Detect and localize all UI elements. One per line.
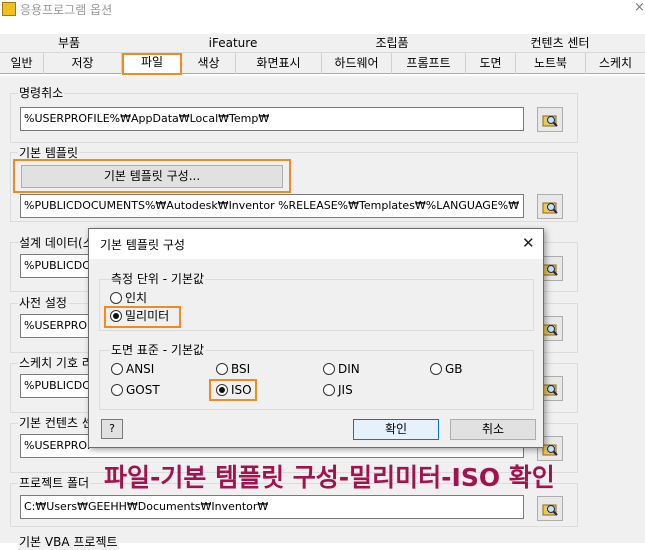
radio-inch-label: 인치 (125, 291, 148, 305)
undo-browse-button[interactable] (537, 107, 563, 132)
undo-path-field[interactable]: %USERPROFILE%₩AppData₩Local₩Temp₩ (20, 107, 524, 131)
folder-search-icon (542, 115, 558, 127)
design-data-group-label: 설계 데이터(스 (18, 234, 95, 251)
tab-drawing[interactable]: 도면 (466, 53, 516, 74)
drawing-standard-fieldset (99, 350, 534, 410)
help-button[interactable]: ? (101, 419, 123, 439)
radio-ansi-label: ANSI (126, 362, 155, 376)
drawing-standard-label: 도면 표준 - 기본값 (110, 341, 206, 358)
radio-bsi[interactable]: BSI (216, 362, 250, 378)
cancel-button[interactable]: 취소 (450, 419, 536, 440)
tab-display[interactable]: 화면표시 (236, 53, 322, 74)
radio-jis-label: JIS (338, 383, 353, 397)
dialog-title: 기본 템플릿 구성 (100, 238, 185, 252)
folder-search-icon (542, 384, 558, 396)
radio-inch-dot (110, 292, 122, 304)
folder-search-icon (542, 504, 558, 516)
content-center-group-label: 기본 컨텐츠 센 (18, 414, 94, 431)
configure-template-button[interactable]: 기본 템플릿 구성... (21, 165, 283, 188)
project-folder-path-field[interactable]: C:₩Users₩GEEHH₩Documents₩Inventor₩ (20, 495, 524, 519)
folder-search-icon (542, 202, 558, 214)
sketch-symbol-group-label: 스케치 기호 라 (18, 354, 94, 371)
tab-general[interactable]: 일반 (0, 53, 44, 74)
radio-gost[interactable]: GOST (111, 383, 160, 399)
template-button-highlight: 기본 템플릿 구성... (13, 159, 291, 193)
radio-gb-label: GB (445, 362, 463, 376)
annotation-caption: 파일-기본 템플릿 구성-밀리미터-ISO 확인 (104, 463, 555, 492)
radio-din[interactable]: DIN (323, 362, 360, 378)
folder-search-icon (542, 264, 558, 276)
folder-search-icon (542, 324, 558, 336)
radio-iso-dot (216, 384, 228, 396)
radio-inch[interactable]: 인치 (110, 291, 147, 307)
radio-millimeter-label: 밀리미터 (125, 309, 170, 323)
radio-ansi-dot (111, 363, 123, 375)
tab-content-center[interactable]: 컨텐츠 센터 (470, 34, 645, 53)
radio-millimeter[interactable]: 밀리미터 (110, 309, 169, 325)
ok-button[interactable]: 확인 (353, 419, 439, 440)
radio-gb[interactable]: GB (430, 362, 463, 378)
radio-din-dot (323, 363, 335, 375)
units-label: 측정 단위 - 기본값 (110, 270, 206, 287)
template-path-field[interactable]: %PUBLICDOCUMENTS%₩Autodesk₩Inventor %REL… (20, 194, 524, 218)
tab-colors[interactable]: 색상 (182, 53, 236, 74)
radio-millimeter-dot (110, 310, 122, 322)
radio-jis[interactable]: JIS (323, 383, 353, 399)
radio-bsi-dot (216, 363, 228, 375)
radio-iso[interactable]: ISO (216, 383, 252, 399)
tab-notebook[interactable]: 노트북 (516, 53, 586, 74)
window-title: 응용프로그램 옵션 (20, 3, 113, 17)
radio-iso-label: ISO (231, 383, 252, 397)
undo-group-label: 명령취소 (18, 84, 65, 101)
project-folder-browse-button[interactable] (537, 496, 563, 521)
project-folder-group-label: 프로젝트 폴더 (18, 474, 91, 491)
dictionary-group-label: 사전 설정 (18, 294, 68, 311)
window-close-button[interactable]: × (634, 0, 645, 15)
radio-gost-label: GOST (126, 383, 160, 397)
title-bar: 응용프로그램 옵션 × (0, 0, 645, 30)
tab-assembly[interactable]: 조립품 (328, 34, 456, 53)
folder-search-icon (542, 444, 558, 456)
template-browse-button[interactable] (537, 194, 563, 219)
tab-save[interactable]: 저장 (44, 53, 122, 74)
radio-gb-dot (430, 363, 442, 375)
tab-hardware[interactable]: 하드웨어 (322, 53, 392, 74)
app-icon (2, 2, 16, 16)
tab-prompts[interactable]: 프롬프트 (392, 53, 466, 74)
tab-row-lower: 일반 저장 색상 화면표시 하드웨어 프롬프트 도면 노트북 스케치 (0, 53, 645, 74)
tab-file-active[interactable]: 파일 (122, 53, 182, 75)
dialog-title-bar: 기본 템플릿 구성 ✕ (89, 229, 543, 259)
vba-project-group-label: 기본 VBA 프로젝트 (18, 533, 119, 550)
radio-jis-dot (323, 384, 335, 396)
radio-bsi-label: BSI (231, 362, 251, 376)
dialog-close-icon[interactable]: ✕ (522, 234, 535, 252)
template-config-dialog: 기본 템플릿 구성 ✕ 측정 단위 - 기본값 인치 밀리미터 도면 표준 - … (88, 228, 544, 448)
tab-ifeature[interactable]: iFeature (138, 34, 328, 53)
tab-part[interactable]: 부품 (0, 34, 138, 53)
radio-din-label: DIN (338, 362, 360, 376)
radio-ansi[interactable]: ANSI (111, 362, 154, 378)
radio-gost-dot (111, 384, 123, 396)
tab-sketch[interactable]: 스케치 (586, 53, 645, 74)
tab-row-upper: 부품 iFeature 조립품 컨텐츠 센터 (0, 34, 645, 53)
